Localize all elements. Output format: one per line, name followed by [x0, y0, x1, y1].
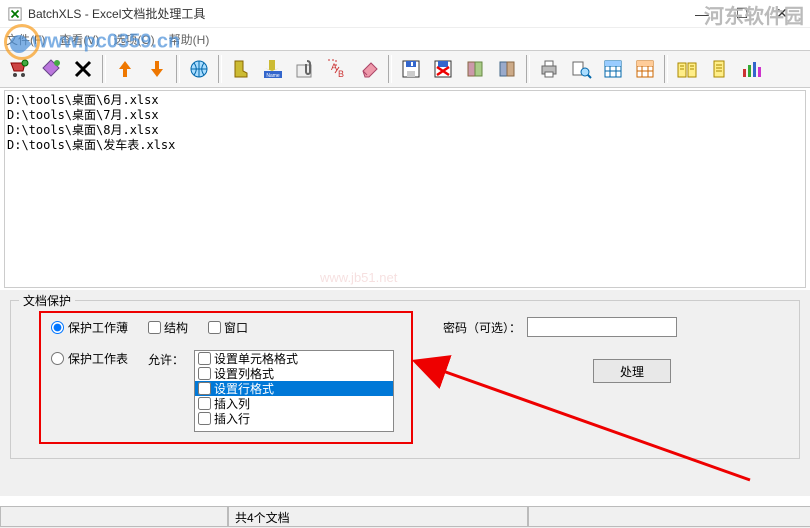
tool-print-icon[interactable]	[534, 54, 564, 84]
tool-eraser-icon[interactable]	[354, 54, 384, 84]
watermark-url: www.jb51.net	[320, 270, 397, 285]
tool-down-icon[interactable]	[142, 54, 172, 84]
status-cell	[528, 507, 810, 527]
menubar: 文件(F) 查看(V) 选项(O) 帮助(H)	[0, 28, 810, 50]
highlight-box: 保护工作薄 结构 窗口 保护工作表 允许： 设置单元格格式 设置列格式 设置行格…	[39, 311, 413, 444]
app-icon	[8, 7, 22, 21]
tool-book2-icon[interactable]	[492, 54, 522, 84]
menu-help[interactable]: 帮助(H)	[169, 31, 210, 48]
file-item[interactable]: D:\tools\桌面\8月.xlsx	[7, 123, 803, 138]
svg-text:B: B	[338, 69, 344, 79]
tool-replace-icon[interactable]: AB	[322, 54, 352, 84]
group-legend: 文档保护	[19, 292, 75, 309]
list-item[interactable]: 插入行	[195, 411, 393, 426]
menu-options[interactable]: 选项(O)	[113, 31, 154, 48]
tool-diamond-icon[interactable]	[36, 54, 66, 84]
tool-save-delete-icon[interactable]	[428, 54, 458, 84]
allow-listbox[interactable]: 设置单元格格式 设置列格式 设置行格式 插入列 插入行	[194, 350, 394, 432]
statusbar: 共4个文档	[0, 506, 810, 528]
allow-label: 允许：	[148, 350, 184, 368]
list-item[interactable]: 设置列格式	[195, 366, 393, 381]
structure-checkbox[interactable]: 结构	[148, 319, 188, 336]
toolbar: Name AB	[0, 50, 810, 88]
watermark-text: 河东软件园	[704, 0, 804, 29]
tool-sheet1-icon[interactable]	[598, 54, 628, 84]
tool-attach-icon[interactable]	[290, 54, 320, 84]
password-label: 密码（可选）：	[443, 319, 521, 336]
titlebar: BatchXLS - Excel文档批处理工具 — ☐ ✕	[0, 0, 810, 28]
protect-worksheet-radio[interactable]: 保护工作表	[51, 350, 128, 367]
process-button[interactable]: 处理	[593, 359, 671, 383]
tool-up-icon[interactable]	[110, 54, 140, 84]
tool-boot-icon[interactable]	[226, 54, 256, 84]
list-item[interactable]: 设置单元格格式	[195, 351, 393, 366]
file-item[interactable]: D:\tools\桌面\发车表.xlsx	[7, 138, 803, 153]
tool-book1-icon[interactable]	[460, 54, 490, 84]
window-title: BatchXLS - Excel文档批处理工具	[28, 5, 682, 22]
menu-view[interactable]: 查看(V)	[59, 31, 99, 48]
svg-text:Name: Name	[266, 73, 280, 79]
protect-workbook-radio[interactable]: 保护工作薄	[51, 319, 128, 336]
status-docs: 共4个文档	[228, 507, 528, 527]
menu-file[interactable]: 文件(F)	[6, 31, 45, 48]
tool-delete-icon[interactable]	[68, 54, 98, 84]
list-item[interactable]: 设置行格式	[195, 381, 393, 396]
list-item[interactable]: 插入列	[195, 396, 393, 411]
windows-checkbox[interactable]: 窗口	[208, 319, 248, 336]
tool-preview-icon[interactable]	[566, 54, 596, 84]
password-input[interactable]	[527, 317, 677, 337]
tool-doc-icon[interactable]	[704, 54, 734, 84]
status-cell	[0, 507, 228, 527]
tool-sheet2-icon[interactable]	[630, 54, 660, 84]
tool-name-icon[interactable]: Name	[258, 54, 288, 84]
tool-globe-icon[interactable]	[184, 54, 214, 84]
tool-chart-icon[interactable]	[736, 54, 766, 84]
protection-group: 文档保护 保护工作薄 结构 窗口 保护工作表 允许： 设置单元格格式 设置列格式…	[10, 300, 800, 459]
file-item[interactable]: D:\tools\桌面\7月.xlsx	[7, 108, 803, 123]
file-list[interactable]: D:\tools\桌面\6月.xlsx D:\tools\桌面\7月.xlsx …	[4, 90, 806, 288]
tool-docs-icon[interactable]	[672, 54, 702, 84]
tool-cart-icon[interactable]	[4, 54, 34, 84]
file-item[interactable]: D:\tools\桌面\6月.xlsx	[7, 93, 803, 108]
tool-save-icon[interactable]	[396, 54, 426, 84]
